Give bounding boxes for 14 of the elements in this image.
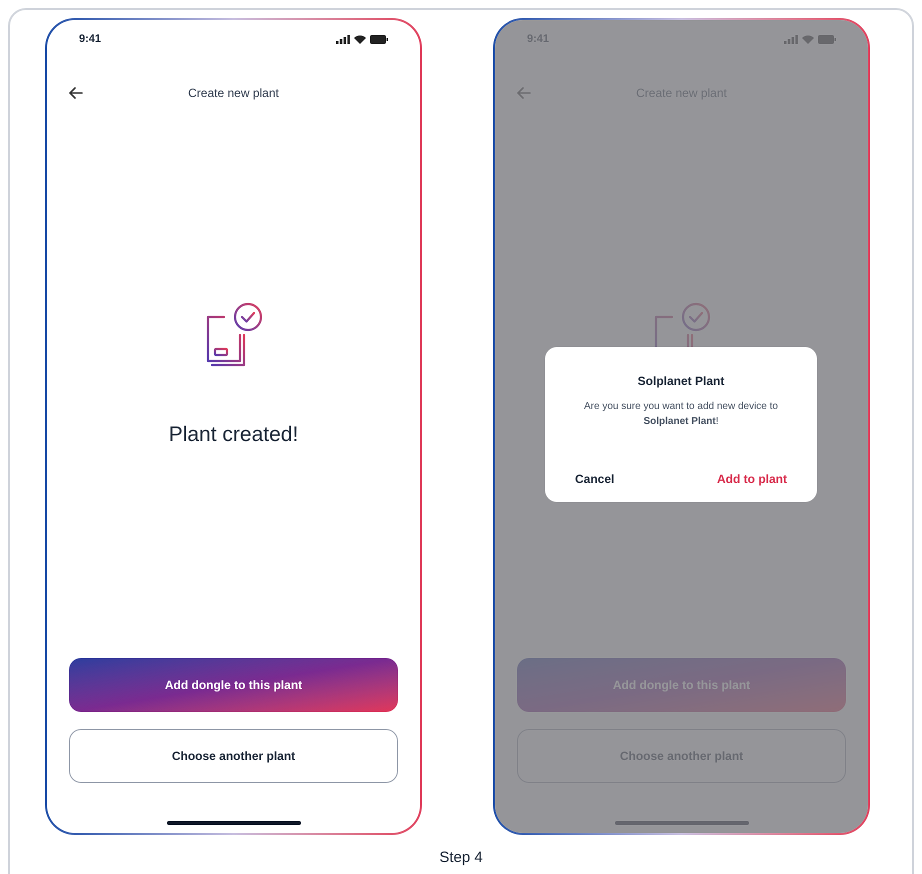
- success-heading: Plant created!: [168, 422, 298, 448]
- battery-icon: [370, 34, 388, 44]
- status-time: 9:41: [79, 32, 102, 47]
- add-to-plant-button[interactable]: Add to plant: [717, 468, 787, 490]
- dialog-message: Are you sure you want to add new device to Solplanet Plant!: [582, 400, 779, 429]
- outline-button[interactable]: Choose another plant: [69, 729, 398, 783]
- screen-title: Create new plant: [188, 85, 279, 102]
- dialog-title: Solplanet Plant: [638, 373, 724, 390]
- wifi-icon: [354, 34, 366, 44]
- cancel-button[interactable]: Cancel: [575, 468, 614, 490]
- primary-button[interactable]: Add dongle to this plant: [69, 658, 398, 712]
- signal-icon: [336, 34, 350, 44]
- caption: Step 4: [439, 849, 483, 867]
- back-arrow-icon[interactable]: [69, 87, 83, 99]
